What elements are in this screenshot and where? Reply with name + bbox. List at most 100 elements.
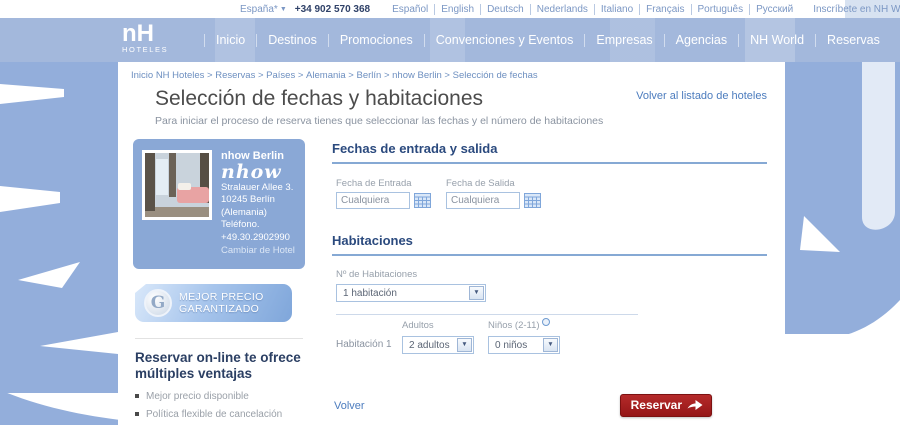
language-link[interactable]: Português: [692, 3, 751, 15]
hotel-summary-card: nhow Berlin nhow Stralauer Allee 3. 10245…: [133, 139, 305, 269]
calendar-icon[interactable]: [524, 193, 541, 208]
main-nav-band: nH HOTELES Inicio Destinos Promociones Conv…: [0, 18, 900, 62]
back-to-hotel-list-link[interactable]: Volver al listado de hoteles: [636, 90, 767, 102]
reserve-button[interactable]: Reservar: [619, 394, 712, 417]
best-price-guarantee-badge: G MEJOR PRECIO GARANTIZADO: [135, 283, 292, 322]
arrow-right-icon: [687, 400, 703, 410]
nav-item[interactable]: Convenciones y Eventos: [423, 33, 585, 47]
hotel-address-line: Teléfono.: [221, 219, 260, 230]
breadcrumb-item[interactable]: Reservas: [204, 70, 255, 81]
chevron-down-icon: ▼: [473, 288, 480, 296]
checkout-input[interactable]: Cualquiera: [446, 192, 520, 209]
region-label: España*: [240, 3, 278, 15]
language-link[interactable]: Deutsch: [481, 3, 531, 15]
room-count-value: 1 habitación: [343, 288, 397, 299]
dropdown-button[interactable]: ▼: [543, 338, 558, 352]
back-link[interactable]: Volver: [334, 400, 365, 412]
adults-select[interactable]: 2 adultos ▼: [402, 336, 474, 354]
booking-form: Fechas de entrada y salida Fecha de Entr…: [332, 139, 769, 425]
benefits-list: Mejor precio disponible Política flexible…: [135, 391, 303, 425]
hotel-address-line: +49.30.2902990: [221, 231, 290, 243]
rooms-section-title: Habitaciones: [332, 233, 767, 256]
nh-world-signup-link[interactable]: Inscríbete en NH World: [813, 4, 900, 15]
children-select[interactable]: 0 niños ▼: [488, 336, 560, 354]
checkin-field: Fecha de Entrada Cualquiera: [336, 178, 431, 209]
info-icon[interactable]: [541, 318, 550, 326]
checkout-field: Fecha de Salida Cualquiera: [446, 178, 541, 209]
utility-bar: España* ▼ +34 902 570 368 Español English…: [0, 0, 900, 18]
calendar-icon[interactable]: [414, 193, 431, 208]
content-card: Inicio NH HotelesReservasPaísesAlemaniaB…: [118, 62, 785, 425]
breadcrumb-item[interactable]: Alemania: [295, 70, 346, 81]
form-footer: Volver Reservar: [332, 394, 767, 417]
hotel-address: Stralauer Allee 3. 10245 Berlín (Alemania)…: [221, 182, 295, 245]
room-count-field: Nº de Habitaciones 1 habitación ▼: [336, 269, 767, 302]
dates-section-title: Fechas de entrada y salida: [332, 141, 767, 164]
reserve-button-label: Reservar: [630, 398, 682, 412]
room-count-label: Nº de Habitaciones: [336, 269, 418, 280]
occupancy-headers: Adultos Niños (2-11): [336, 318, 638, 331]
room-occupancy-table: Adultos Niños (2-11) Habitación 1 2 adul…: [336, 314, 638, 354]
benefits-title: Reservar on-line te ofrece múltiples ven…: [135, 349, 301, 381]
hotel-info: nhow Berlin nhow Stralauer Allee 3. 10245…: [221, 150, 295, 258]
date-fields: Fecha de Entrada Cualquiera Fecha de Sal…: [336, 178, 767, 209]
children-value: 0 niños: [495, 340, 528, 351]
badge-line1: MEJOR PRECIO: [179, 290, 264, 303]
benefit-item: Mejor precio disponible: [135, 391, 303, 403]
page-title: Selección de fechas y habitaciones: [155, 87, 484, 110]
nav-item[interactable]: NH World: [738, 33, 815, 47]
language-link[interactable]: Español: [386, 3, 436, 15]
adults-value: 2 adultos: [409, 340, 450, 351]
nav-item[interactable]: Empresas: [584, 33, 663, 47]
page-header: Selección de fechas y habitaciones Volve…: [118, 81, 785, 111]
language-link[interactable]: Русский: [750, 4, 799, 15]
breadcrumb-item[interactable]: Selección de fechas: [442, 70, 538, 81]
language-link[interactable]: Italiano: [595, 3, 641, 15]
language-link[interactable]: Nederlands: [531, 3, 595, 15]
hotel-address-line: 10245 Berlín: [221, 194, 275, 205]
dropdown-button[interactable]: ▼: [457, 338, 472, 352]
sidebar: nhow Berlin nhow Stralauer Allee 3. 10245…: [133, 139, 305, 425]
language-switcher: Español English Deutsch Nederlands Italiano F…: [386, 3, 799, 15]
breadcrumb-item[interactable]: Berlín: [346, 70, 381, 81]
breadcrumb-item[interactable]: Países: [255, 70, 295, 81]
breadcrumb-item[interactable]: Inicio NH Hoteles: [131, 70, 204, 81]
change-hotel-link[interactable]: Cambiar de Hotel: [221, 245, 295, 258]
dropdown-button[interactable]: ▼: [469, 286, 484, 300]
hotel-address-line: Stralauer Allee 3.: [221, 181, 294, 193]
children-header: Niños (2-11): [488, 318, 574, 331]
hotel-photo: [142, 150, 212, 220]
online-benefits: Reservar on-line te ofrece múltiples ven…: [135, 337, 303, 425]
guarantee-emblem-icon: G: [144, 288, 172, 317]
breadcrumb-item[interactable]: nhow Berlin: [381, 70, 442, 81]
nav-item[interactable]: Agencias: [663, 33, 738, 47]
nav-item[interactable]: Destinos: [256, 33, 328, 47]
language-link[interactable]: Français: [640, 3, 692, 15]
page-subtitle: Para iniciar el proceso de reserva tiene…: [155, 115, 604, 127]
badge-line2: GARANTIZADO: [179, 302, 260, 315]
hotel-address-line: (Alemania): [221, 206, 267, 218]
checkin-input[interactable]: Cualquiera: [336, 192, 410, 209]
nh-hoteles-logo[interactable]: nH HOTELES: [122, 22, 169, 55]
nav-item[interactable]: Promociones: [327, 33, 424, 47]
content-columns: nhow Berlin nhow Stralauer Allee 3. 10245…: [118, 127, 785, 425]
checkin-label: Fecha de Entrada: [336, 178, 412, 189]
chevron-down-icon: ▼: [461, 340, 468, 348]
breadcrumb: Inicio NH HotelesReservasPaísesAlemaniaB…: [118, 62, 785, 81]
benefit-item: Política flexible de cancelación: [135, 409, 303, 421]
language-link[interactable]: English: [435, 3, 482, 15]
badge-text: MEJOR PRECIO GARANTIZADO: [179, 291, 264, 315]
checkout-label: Fecha de Salida: [446, 178, 515, 189]
chevron-down-icon: ▼: [279, 5, 287, 13]
phone-number: +34 902 570 368: [294, 3, 371, 15]
room-row-1: Habitación 1 2 adultos ▼ 0 niños ▼: [336, 335, 638, 354]
room-count-select[interactable]: 1 habitación ▼: [336, 284, 486, 302]
chevron-down-icon: ▼: [547, 340, 554, 348]
logo-subtext: HOTELES: [122, 45, 169, 54]
nav-item[interactable]: Reservas: [815, 33, 891, 47]
nav-item[interactable]: Inicio: [204, 33, 256, 47]
main-nav: Inicio Destinos Promociones Convenciones y …: [204, 18, 891, 62]
room-row-label: Habitación 1: [336, 339, 392, 350]
region-selector[interactable]: España* ▼: [240, 4, 287, 15]
adults-header: Adultos: [402, 320, 434, 331]
